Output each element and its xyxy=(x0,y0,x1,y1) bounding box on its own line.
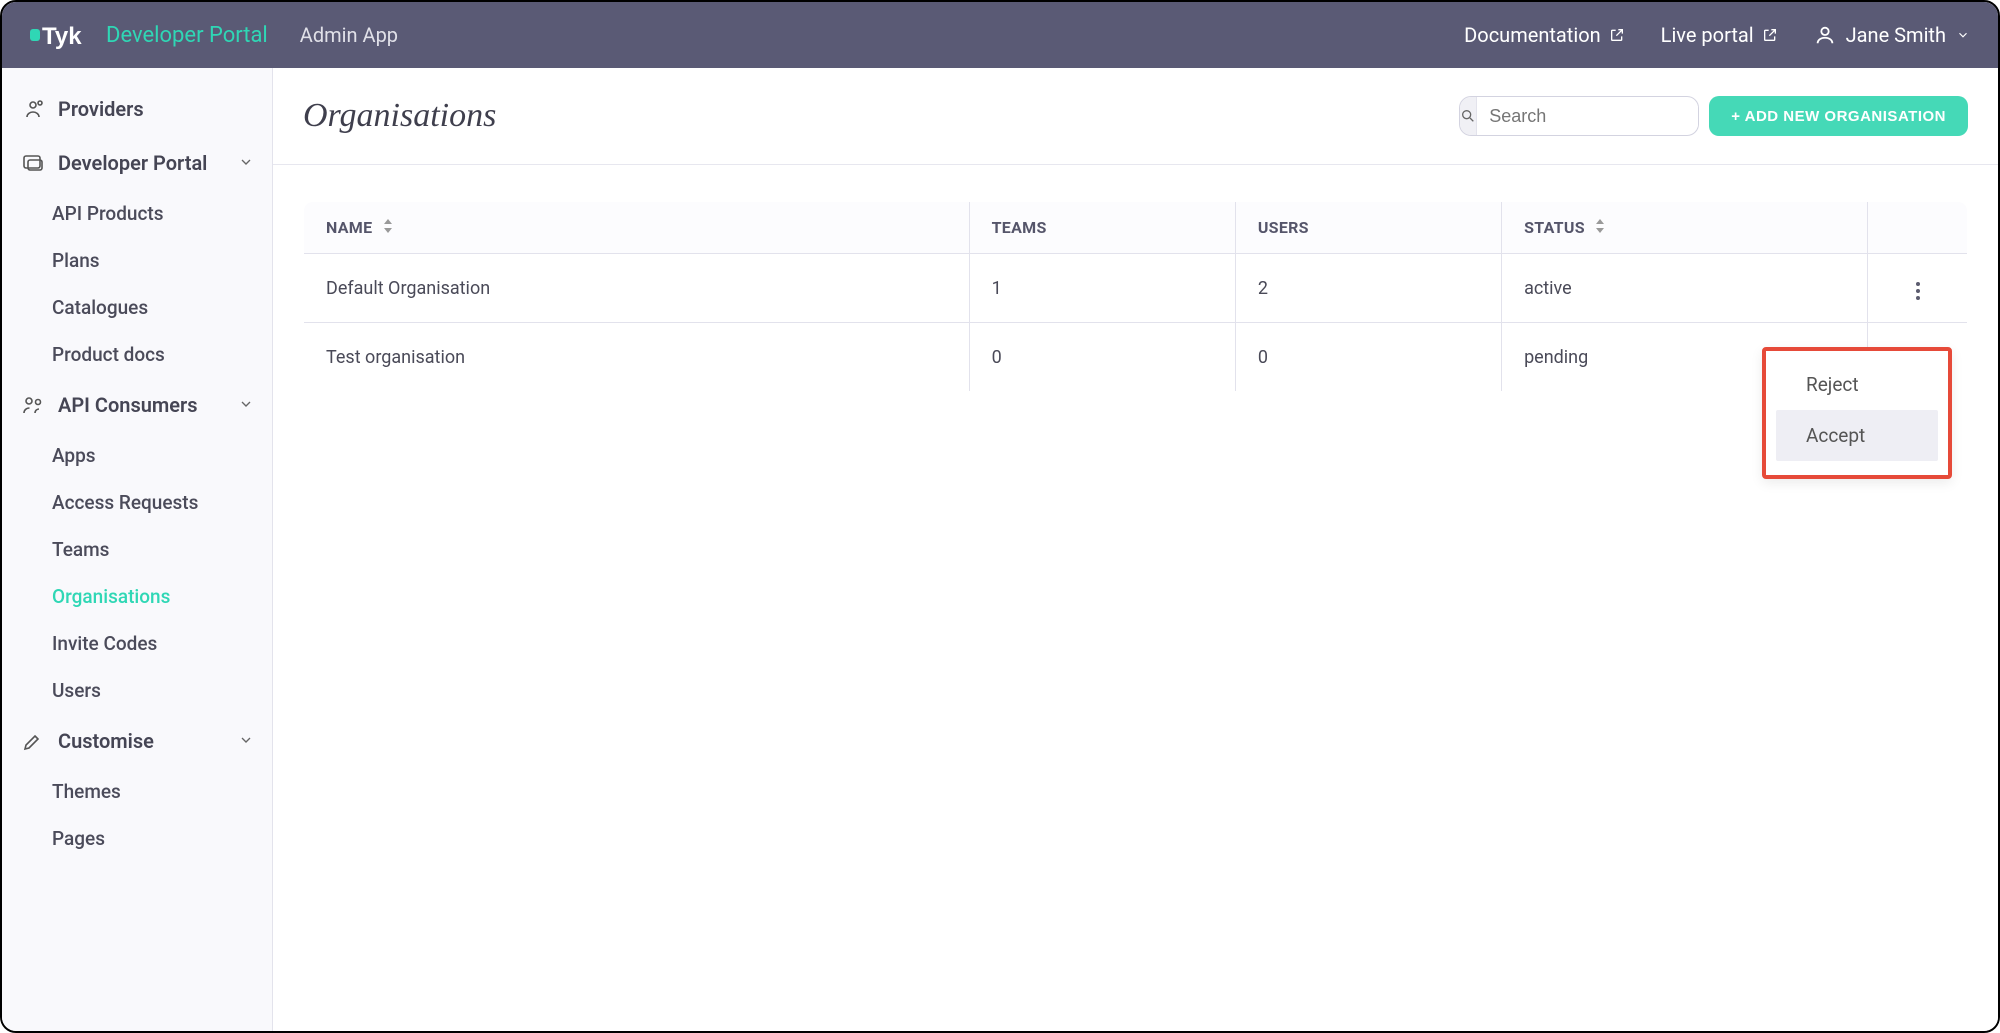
menu-item-reject[interactable]: Reject xyxy=(1776,359,1938,410)
external-link-icon xyxy=(1762,27,1778,43)
svg-text:Tyk: Tyk xyxy=(42,23,82,50)
sidebar-label: API Consumers xyxy=(58,393,198,417)
sidebar-label: Customise xyxy=(58,729,154,753)
cell-teams: 0 xyxy=(969,323,1235,392)
external-link-icon xyxy=(1609,27,1625,43)
row-actions-button[interactable] xyxy=(1910,276,1926,306)
customise-icon xyxy=(20,728,46,754)
table-row[interactable]: Default Organisation 1 2 active xyxy=(304,254,1968,323)
chevron-down-icon xyxy=(238,151,254,175)
col-header-status-label: STATUS xyxy=(1524,218,1585,237)
col-header-teams-label: TEAMS xyxy=(992,218,1047,237)
chevron-down-icon xyxy=(238,729,254,753)
sidebar-item-developer-portal[interactable]: Developer Portal xyxy=(2,136,272,190)
sidebar-sub-users[interactable]: Users xyxy=(2,667,272,714)
search-box[interactable] xyxy=(1459,96,1699,136)
cell-name: Test organisation xyxy=(304,323,970,392)
cell-actions xyxy=(1868,254,1968,323)
sidebar-item-providers[interactable]: Providers xyxy=(2,82,272,136)
sidebar-sub-organisations[interactable]: Organisations xyxy=(2,573,272,620)
sidebar-sub-teams[interactable]: Teams xyxy=(2,526,272,573)
add-organisation-button[interactable]: + ADD NEW ORGANISATION xyxy=(1709,96,1968,136)
col-header-status[interactable]: STATUS xyxy=(1502,202,1868,254)
cell-status: active xyxy=(1502,254,1868,323)
col-header-actions xyxy=(1868,202,1968,254)
menu-item-accept[interactable]: Accept xyxy=(1776,410,1938,461)
documentation-label: Documentation xyxy=(1464,23,1601,47)
cell-name: Default Organisation xyxy=(304,254,970,323)
sidebar-sub-catalogues[interactable]: Catalogues xyxy=(2,284,272,331)
logo-area: Tyk Developer Portal Admin App xyxy=(30,19,398,51)
user-menu[interactable]: Jane Smith xyxy=(1814,23,1970,47)
sidebar-item-customise[interactable]: Customise xyxy=(2,714,272,768)
cell-users: 2 xyxy=(1235,254,1501,323)
sidebar-sub-apps[interactable]: Apps xyxy=(2,432,272,479)
sidebar-sub-product-docs[interactable]: Product docs xyxy=(2,331,272,378)
table-row[interactable]: Test organisation 0 0 pending xyxy=(304,323,1968,392)
sidebar-sub-access-requests[interactable]: Access Requests xyxy=(2,479,272,526)
sort-icon xyxy=(1595,219,1605,236)
documentation-link[interactable]: Documentation xyxy=(1464,23,1625,47)
sidebar: Providers Developer Portal API Products … xyxy=(2,68,273,1031)
chevron-down-icon xyxy=(1956,28,1970,42)
col-header-users-label: USERS xyxy=(1258,218,1309,237)
cell-teams: 1 xyxy=(969,254,1235,323)
live-portal-label: Live portal xyxy=(1661,23,1754,47)
user-icon xyxy=(1814,24,1836,46)
tyk-logo-icon: Tyk xyxy=(30,19,94,51)
page-title: Organisations xyxy=(303,97,496,135)
sidebar-item-api-consumers[interactable]: API Consumers xyxy=(2,378,272,432)
table-header-row: NAME TEAMS USERS STATUS xyxy=(304,202,1968,254)
page-header: Organisations + ADD NEW ORGANISATION xyxy=(273,68,1998,165)
chevron-down-icon xyxy=(238,393,254,417)
user-name: Jane Smith xyxy=(1846,23,1946,47)
organisations-table: NAME TEAMS USERS STATUS xyxy=(303,201,1968,392)
col-header-users[interactable]: USERS xyxy=(1235,202,1501,254)
portal-icon xyxy=(20,150,46,176)
sidebar-label: Developer Portal xyxy=(58,151,207,175)
sidebar-sub-pages[interactable]: Pages xyxy=(2,815,272,862)
sidebar-sub-api-products[interactable]: API Products xyxy=(2,190,272,237)
sidebar-sub-themes[interactable]: Themes xyxy=(2,768,272,815)
providers-icon xyxy=(20,96,46,122)
sidebar-sub-plans[interactable]: Plans xyxy=(2,237,272,284)
sort-icon xyxy=(383,219,393,236)
live-portal-link[interactable]: Live portal xyxy=(1661,23,1778,47)
cell-users: 0 xyxy=(1235,323,1501,392)
col-header-name-label: NAME xyxy=(326,218,372,237)
search-icon xyxy=(1460,97,1477,135)
search-input[interactable] xyxy=(1477,106,1699,127)
main-content: Organisations + ADD NEW ORGANISATION NAM… xyxy=(273,68,1998,1031)
consumers-icon xyxy=(20,392,46,418)
admin-app-label: Admin App xyxy=(300,23,398,47)
app-header: Tyk Developer Portal Admin App Documenta… xyxy=(2,2,1998,68)
row-actions-menu: Reject Accept xyxy=(1762,347,1952,479)
sidebar-label: Providers xyxy=(58,97,144,121)
brand-portal-label: Developer Portal xyxy=(106,23,268,48)
col-header-name[interactable]: NAME xyxy=(304,202,970,254)
sidebar-sub-invite-codes[interactable]: Invite Codes xyxy=(2,620,272,667)
col-header-teams[interactable]: TEAMS xyxy=(969,202,1235,254)
